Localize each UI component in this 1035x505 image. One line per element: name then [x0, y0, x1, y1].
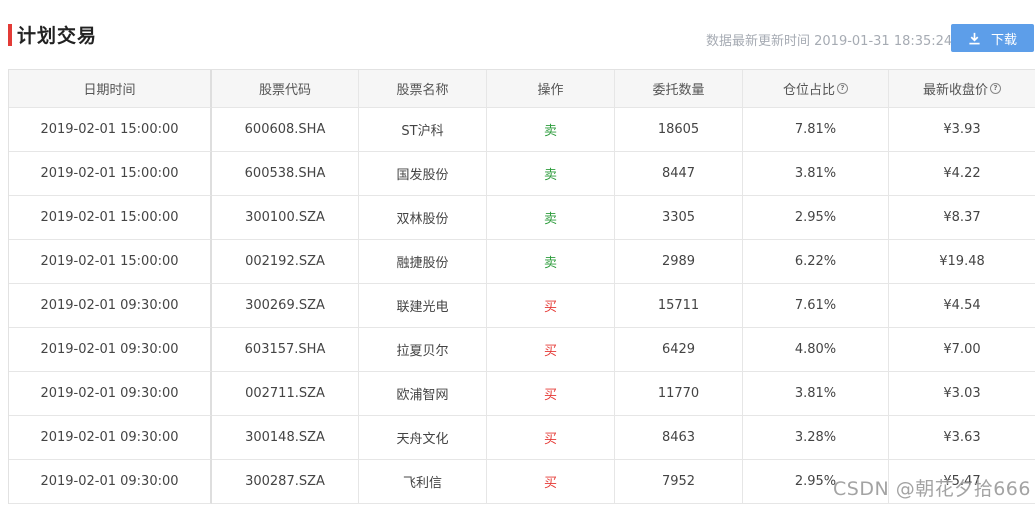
- cell-datetime: 2019-02-01 09:30:00: [9, 284, 212, 328]
- cell-name: 融捷股份: [359, 240, 487, 284]
- cell-action: 卖: [487, 196, 615, 240]
- cell-action: 卖: [487, 108, 615, 152]
- question-circle-icon[interactable]: ?: [837, 83, 848, 94]
- cell-price: ¥7.00: [889, 328, 1035, 372]
- col-code-header[interactable]: 股票代码: [212, 70, 359, 108]
- page-title: 计划交易: [17, 25, 98, 47]
- table-row[interactable]: 2019-02-01 15:00:00 300100.SZA 双林股份卖 3305 2.…: [9, 196, 1035, 240]
- cell-action: 买: [487, 416, 615, 460]
- cell-datetime: 2019-02-01 09:30:00: [9, 416, 212, 460]
- table-row[interactable]: 2019-02-01 15:00:00 002192.SZA 融捷股份卖 2989 6.…: [9, 240, 1035, 284]
- cell-action: 买: [487, 328, 615, 372]
- cell-name: 双林股份: [359, 196, 487, 240]
- cell-datetime: 2019-02-01 15:00:00: [9, 108, 212, 152]
- table-row[interactable]: 2019-02-01 09:30:00 300148.SZA 天舟文化买 8463 3.…: [9, 416, 1035, 460]
- cell-position: 7.61%: [743, 284, 889, 328]
- cell-quantity: 8447: [615, 152, 743, 196]
- cell-position: 3.81%: [743, 372, 889, 416]
- col-action-header[interactable]: 操作: [487, 70, 615, 108]
- cell-quantity: 8463: [615, 416, 743, 460]
- cell-position: 3.28%: [743, 416, 889, 460]
- cell-name: ST沪科: [359, 108, 487, 152]
- question-circle-icon[interactable]: ?: [990, 83, 1001, 94]
- cell-price: ¥3.93: [889, 108, 1035, 152]
- cell-position: 6.22%: [743, 240, 889, 284]
- cell-code: 300100.SZA: [212, 196, 359, 240]
- cell-code: 300287.SZA: [212, 460, 359, 504]
- cell-code: 603157.SHA: [212, 328, 359, 372]
- cell-datetime: 2019-02-01 09:30:00: [9, 328, 212, 372]
- cell-action: 买: [487, 460, 615, 504]
- table-row[interactable]: 2019-02-01 15:00:00 600608.SHA ST沪科卖 18605 7…: [9, 108, 1035, 152]
- download-button[interactable]: 下载: [951, 24, 1034, 52]
- cell-position: 7.81%: [743, 108, 889, 152]
- watermark: CSDN @朝花夕拾666: [833, 478, 1031, 500]
- cell-position: 4.80%: [743, 328, 889, 372]
- col-name-header[interactable]: 股票名称: [359, 70, 487, 108]
- cell-quantity: 18605: [615, 108, 743, 152]
- cell-name: 飞利信: [359, 460, 487, 504]
- cell-action: 卖: [487, 152, 615, 196]
- cell-datetime: 2019-02-01 15:00:00: [9, 152, 212, 196]
- cell-position: 3.81%: [743, 152, 889, 196]
- table-row[interactable]: 2019-02-01 15:00:00 600538.SHA 国发股份卖 8447 3.…: [9, 152, 1035, 196]
- cell-position: 2.95%: [743, 196, 889, 240]
- table-row[interactable]: 2019-02-01 09:30:00 300269.SZA 联建光电买 15711 7…: [9, 284, 1035, 328]
- cell-action: 买: [487, 284, 615, 328]
- cell-quantity: 15711: [615, 284, 743, 328]
- cell-quantity: 11770: [615, 372, 743, 416]
- download-icon: [968, 32, 981, 45]
- cell-quantity: 3305: [615, 196, 743, 240]
- cell-code: 600538.SHA: [212, 152, 359, 196]
- cell-name: 欧浦智网: [359, 372, 487, 416]
- cell-name: 国发股份: [359, 152, 487, 196]
- cell-datetime: 2019-02-01 09:30:00: [9, 460, 212, 504]
- cell-datetime: 2019-02-01 15:00:00: [9, 240, 212, 284]
- cell-quantity: 7952: [615, 460, 743, 504]
- cell-datetime: 2019-02-01 09:30:00: [9, 372, 212, 416]
- cell-code: 300148.SZA: [212, 416, 359, 460]
- col-datetime-header[interactable]: 日期时间: [9, 70, 212, 108]
- table-header: 日期时间 股票代码 股票名称 操作 委托数量 仓位占比? 最新收盘价?: [9, 70, 1035, 108]
- cell-price: ¥3.03: [889, 372, 1035, 416]
- cell-name: 联建光电: [359, 284, 487, 328]
- download-label: 下载: [990, 32, 1017, 48]
- cell-name: 拉夏贝尔: [359, 328, 487, 372]
- table-row[interactable]: 2019-02-01 09:30:00 002711.SZA 欧浦智网买 11770 3…: [9, 372, 1035, 416]
- cell-price: ¥8.37: [889, 196, 1035, 240]
- plan-trade-table: 日期时间 股票代码 股票名称 操作 委托数量 仓位占比? 最新收盘价? 2019…: [8, 69, 1035, 504]
- cell-code: 300269.SZA: [212, 284, 359, 328]
- col-position-header[interactable]: 仓位占比?: [743, 70, 889, 108]
- cell-code: 002711.SZA: [212, 372, 359, 416]
- cell-action: 买: [487, 372, 615, 416]
- cell-quantity: 2989: [615, 240, 743, 284]
- cell-name: 天舟文化: [359, 416, 487, 460]
- title-accent-bar: [8, 24, 12, 46]
- table-row[interactable]: 2019-02-01 09:30:00 603157.SHA 拉夏贝尔买 6429 4.…: [9, 328, 1035, 372]
- table-body: 2019-02-01 15:00:00 600608.SHA ST沪科卖 18605 7…: [9, 108, 1035, 504]
- cell-price: ¥3.63: [889, 416, 1035, 460]
- cell-price: ¥4.22: [889, 152, 1035, 196]
- cell-code: 002192.SZA: [212, 240, 359, 284]
- cell-code: 600608.SHA: [212, 108, 359, 152]
- cell-price: ¥4.54: [889, 284, 1035, 328]
- cell-datetime: 2019-02-01 15:00:00: [9, 196, 212, 240]
- col-quantity-header[interactable]: 委托数量: [615, 70, 743, 108]
- cell-action: 卖: [487, 240, 615, 284]
- col-price-header[interactable]: 最新收盘价?: [889, 70, 1035, 108]
- cell-price: ¥19.48: [889, 240, 1035, 284]
- last-update-time: 数据最新更新时间 2019-01-31 18:35:24: [706, 34, 953, 49]
- cell-quantity: 6429: [615, 328, 743, 372]
